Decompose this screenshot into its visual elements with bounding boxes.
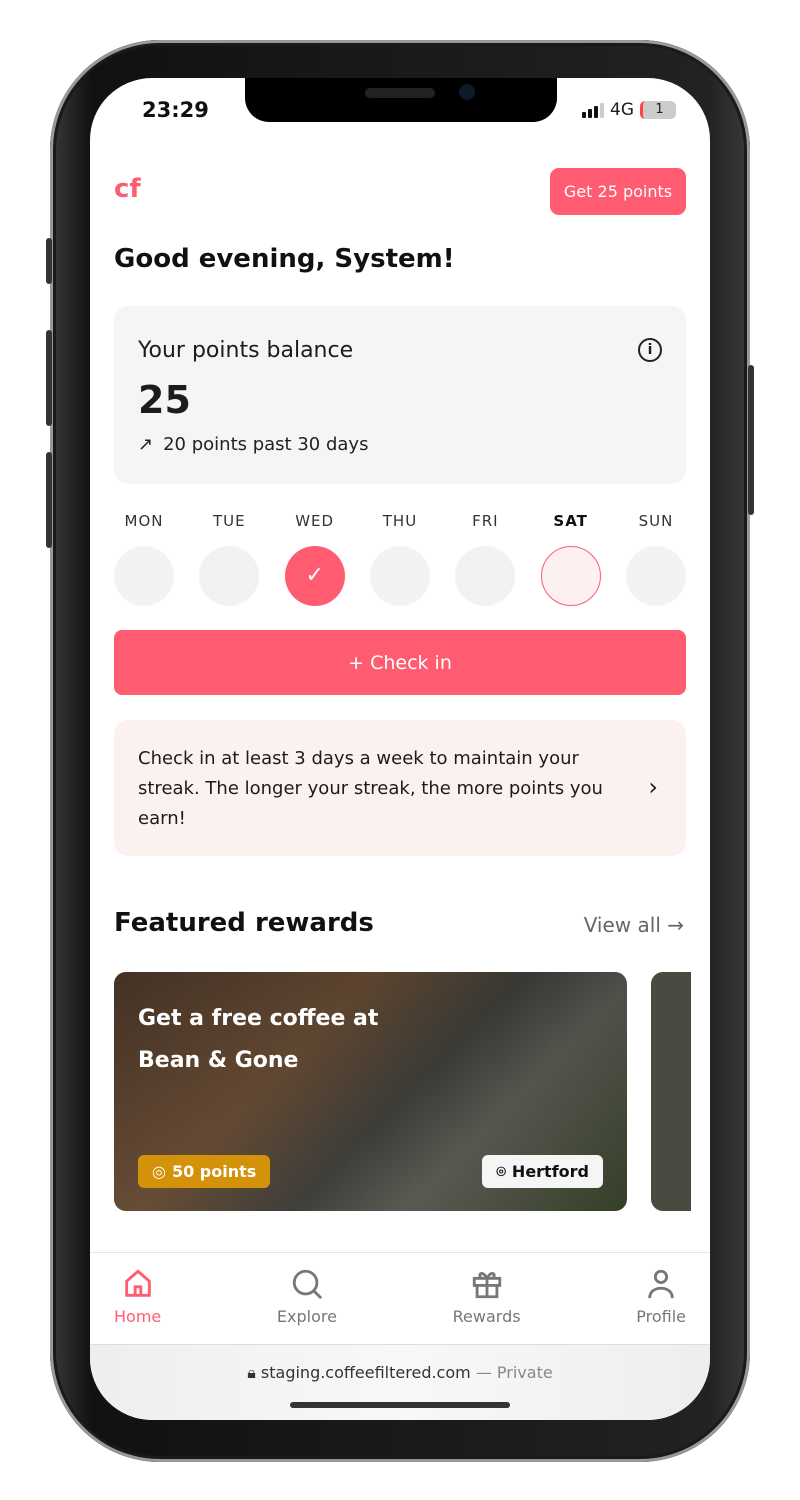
screen: 23:29 4G 1 cf Get 25 points Good evening… [90, 78, 710, 1420]
coins-icon: ◎ [152, 1162, 166, 1181]
day-label: FRI [472, 512, 499, 530]
day-circle-today [540, 546, 601, 606]
power-button [748, 365, 754, 515]
day-circle [455, 546, 516, 606]
browser-url-bar[interactable]: 🔒︎ staging.coffeefiltered.com — Private [90, 1344, 710, 1420]
day-thu: THU [369, 512, 430, 606]
points-badge: ◎ 50 points [138, 1155, 271, 1188]
nav-rewards[interactable]: Rewards [453, 1253, 521, 1344]
day-circle [369, 546, 430, 606]
day-label: SUN [638, 512, 674, 530]
points-value: 25 [138, 378, 191, 422]
day-label: TUE [213, 512, 246, 530]
arrow-right-icon: → [660, 913, 684, 937]
nav-explore[interactable]: Explore [277, 1253, 337, 1344]
mute-switch [46, 238, 52, 284]
day-label: SAT [553, 512, 588, 530]
points-title: Your points balance [138, 338, 354, 363]
day-label: THU [382, 512, 418, 530]
logo[interactable]: cf [114, 174, 141, 204]
notch [245, 78, 557, 122]
reward-card[interactable]: Get a free coffee at Bean & Gone ◎ 50 poi… [114, 972, 627, 1211]
day-circle [114, 546, 174, 606]
info-icon[interactable]: i [638, 338, 662, 362]
points-trend: 20 points past 30 days [163, 434, 369, 455]
network-label: 4G [610, 100, 634, 120]
nav-label: Rewards [452, 1307, 521, 1326]
user-icon [648, 1269, 674, 1299]
private-label: — Private [475, 1363, 553, 1382]
streak-tip-text: Check in at least 3 days a week to maint… [138, 748, 603, 829]
view-all-label: View all [583, 913, 661, 937]
day-circle [199, 546, 260, 606]
day-fri: FRI [455, 512, 516, 606]
status-time: 23:29 [142, 98, 209, 122]
lock-icon: 🔒︎ [247, 1363, 256, 1382]
url-text: staging.coffeefiltered.com [260, 1363, 471, 1382]
battery-icon: 1 [640, 101, 676, 119]
check-icon: ✓ [284, 546, 345, 606]
day-circle [625, 546, 686, 606]
location-badge: ⌾ Hertford [482, 1155, 603, 1188]
location-label: Hertford [511, 1162, 589, 1181]
reward-card-next[interactable] [651, 972, 691, 1211]
nav-label: Home [114, 1307, 162, 1326]
featured-rewards-title: Featured rewards [114, 908, 374, 938]
day-wed: WED ✓ [284, 512, 345, 606]
points-badge-label: 50 points [171, 1162, 257, 1181]
day-tue: TUE [199, 512, 260, 606]
reward-title: Get a free coffee at Bean & Gone [138, 1006, 379, 1073]
nav-label: Profile [636, 1307, 686, 1326]
streak-tip-card[interactable]: Check in at least 3 days a week to maint… [114, 720, 686, 856]
day-sat: SAT [540, 512, 601, 606]
check-in-button[interactable]: + Check in [114, 630, 686, 695]
greeting: Good evening, System! [114, 244, 455, 274]
day-mon: MON [114, 512, 174, 606]
status-icons: 4G 1 [582, 100, 676, 120]
week-tracker: MON TUE WED ✓ THU FRI SAT SUN [114, 512, 686, 606]
home-icon [124, 1269, 151, 1297]
map-pin-icon: ⌾ [496, 1161, 506, 1181]
gift-icon [472, 1272, 501, 1299]
search-icon [292, 1269, 323, 1300]
chevron-right-icon: › [648, 773, 658, 801]
trending-up-icon: ↗ [138, 434, 154, 455]
day-sun: SUN [625, 512, 686, 606]
nav-label: Explore [276, 1307, 337, 1326]
bottom-nav: Home Explore Rewards Profile [90, 1252, 710, 1344]
nav-profile[interactable]: Profile [636, 1253, 686, 1344]
view-all-link[interactable]: View all → [584, 913, 684, 937]
nav-home[interactable]: Home [114, 1253, 161, 1344]
home-indicator[interactable] [290, 1402, 510, 1408]
volume-up-button [46, 330, 52, 426]
signal-icon [582, 102, 604, 118]
points-balance-card: Your points balance i 25 ↗ 20 points past… [114, 306, 686, 484]
get-points-button[interactable]: Get 25 points [550, 168, 686, 215]
volume-down-button [46, 452, 52, 548]
day-label: MON [124, 512, 164, 530]
day-label: WED [295, 512, 335, 530]
